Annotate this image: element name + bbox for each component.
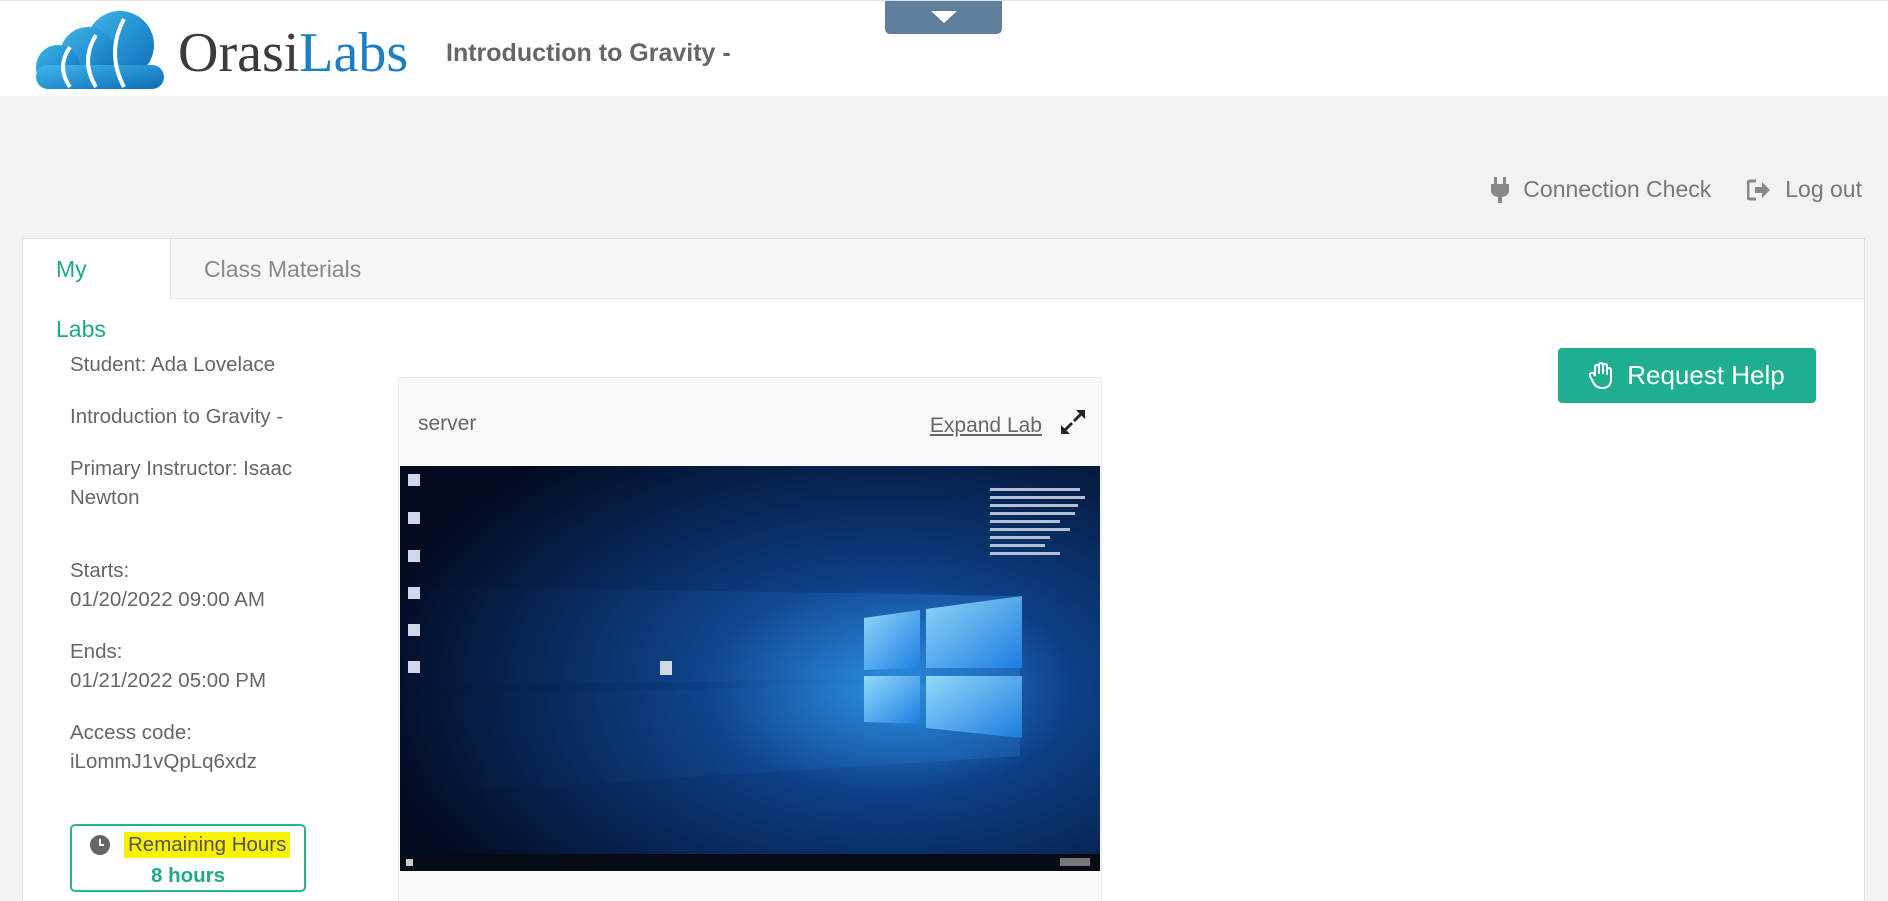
expand-icon[interactable]: [1059, 408, 1087, 436]
logo-text-labs: Labs: [299, 22, 409, 84]
starts-label: Starts:: [70, 559, 130, 582]
student-name: Student: Ada Lovelace: [70, 353, 276, 376]
windows-desktop-thumbnail: [400, 466, 1100, 871]
connection-check-link[interactable]: Connection Check: [1491, 176, 1711, 203]
sign-out-icon: [1747, 179, 1771, 200]
ends-value: 01/21/2022 05:00 PM: [70, 669, 267, 692]
dropdown-toggle-button[interactable]: [885, 1, 1002, 34]
plug-icon: [1491, 176, 1510, 203]
request-help-label: Request Help: [1627, 360, 1785, 390]
request-help-button[interactable]: Request Help: [1558, 348, 1816, 403]
logo-text-orasi: Orasi: [178, 22, 300, 84]
logout-link[interactable]: Log out: [1747, 176, 1862, 203]
logo-wordmark: OrasiLabs: [178, 25, 408, 81]
starts-value: 01/20/2022 09:00 AM: [70, 588, 265, 611]
cloud-logo-icon: [36, 11, 164, 89]
orasilabs-logo[interactable]: OrasiLabs: [30, 9, 410, 89]
tab-class-materials[interactable]: Class Materials: [171, 239, 394, 300]
tab-bar: My Labs Class Materials: [23, 239, 1864, 342]
primary-instructor: Primary Instructor: Isaac Newton: [70, 457, 293, 509]
remaining-hours-value: 8 hours: [150, 864, 226, 887]
hand-icon: [1589, 361, 1613, 389]
access-code-value: iLommJ1vQpLq6xdz: [70, 750, 257, 773]
logout-label: Log out: [1785, 176, 1862, 202]
connection-check-label: Connection Check: [1523, 176, 1712, 202]
ends-label: Ends:: [70, 640, 123, 663]
header-course-title: Introduction to Gravity -: [446, 39, 731, 67]
access-code-label: Access code:: [70, 721, 192, 744]
top-links: Connection Check Log out: [1491, 176, 1862, 203]
expand-lab-link[interactable]: Expand Lab: [930, 414, 1042, 438]
tab-my-labs[interactable]: My Labs: [23, 239, 171, 342]
vm-desktop-preview[interactable]: [400, 466, 1100, 871]
lab-info-panel: Student: Ada Lovelace Introduction to Gr…: [70, 350, 330, 799]
lab-vm-panel: server Expand Lab: [398, 377, 1102, 901]
remaining-hours-box: Remaining Hours 8 hours: [70, 824, 306, 892]
app-header: OrasiLabs Introduction to Gravity -: [0, 0, 1888, 96]
chevron-down-icon: [931, 11, 957, 23]
course-name: Introduction to Gravity -: [70, 405, 284, 428]
lab-vm-name: server: [418, 412, 477, 435]
clock-icon: [90, 835, 110, 855]
lab-panel-header: server Expand Lab: [399, 378, 1101, 466]
remaining-hours-label: Remaining Hours: [124, 832, 291, 858]
